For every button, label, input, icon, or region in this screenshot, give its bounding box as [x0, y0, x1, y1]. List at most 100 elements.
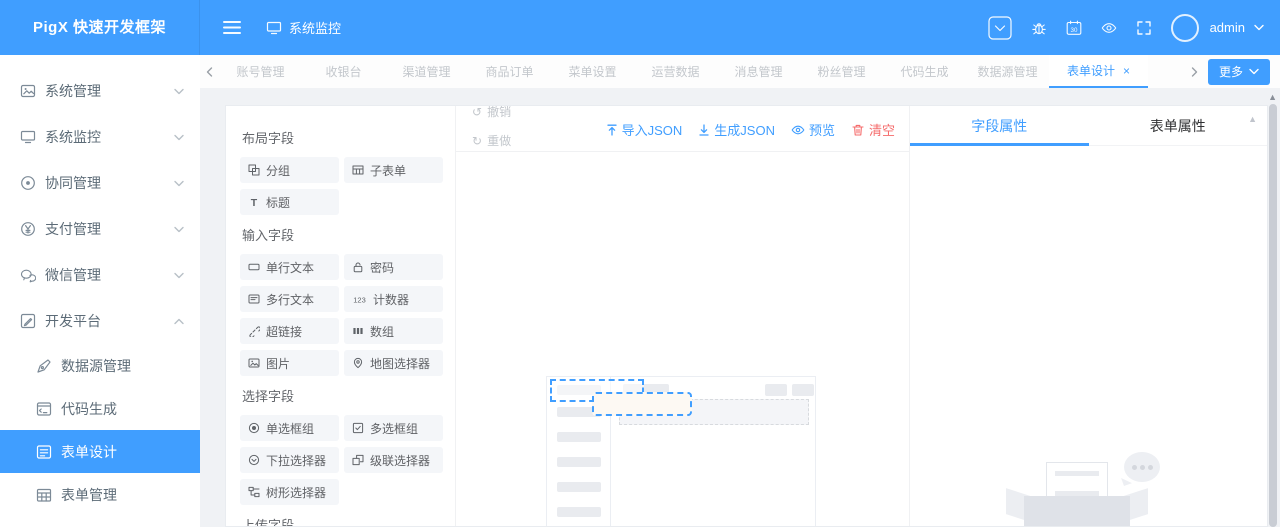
form-designer: 布局字段 分组 子表单 T 标题 输入字段 单行文本 密码 多行文本 123 计数器 超链接 数组 图片 地…: [225, 105, 1268, 527]
sidebar-subitem-label: 表单管理: [61, 486, 117, 503]
tab-label: 代码生成: [900, 65, 949, 79]
tab-1[interactable]: 账号管理: [219, 55, 302, 88]
redo-icon: ↻: [472, 133, 483, 148]
monitor-icon: [266, 20, 282, 36]
more-tabs-button[interactable]: 更多: [1207, 58, 1270, 85]
palette-item[interactable]: 级联选择器: [344, 447, 443, 473]
sidebar-subitem[interactable]: 数据源管理: [0, 344, 200, 387]
sidebar-item-label: 开发平台: [45, 313, 101, 329]
palette-item[interactable]: 123 计数器: [344, 286, 443, 312]
sidebar-item[interactable]: 支付管理: [0, 206, 200, 252]
bug-icon[interactable]: [1031, 20, 1047, 36]
json-action-button[interactable]: 生成JSON: [698, 120, 775, 139]
calendar-30-icon[interactable]: 30: [1066, 20, 1082, 36]
tab-7[interactable]: 消息管理: [717, 55, 800, 88]
sidebar-subitem[interactable]: 代码生成: [0, 387, 200, 430]
page-scroll-up-icon[interactable]: ▲: [1268, 92, 1277, 102]
panel-scroll-up-icon[interactable]: ▲: [1248, 114, 1257, 124]
palette-item-label: 数组: [370, 324, 395, 339]
palette-item-label: 超链接: [266, 324, 303, 339]
tabs-scroll-left-icon[interactable]: [206, 66, 213, 77]
username[interactable]: admin: [1210, 20, 1245, 35]
tab-8[interactable]: 粉丝管理: [800, 55, 883, 88]
properties-tab[interactable]: 表单属性: [1089, 106, 1268, 145]
fullscreen-icon[interactable]: [1136, 20, 1152, 36]
sidebar-item[interactable]: 系统管理: [0, 68, 200, 114]
counter-icon: 123: [352, 293, 367, 305]
hint-drag-ghost: [592, 392, 692, 416]
undo-icon: ↺: [472, 106, 483, 119]
sidebar-subitem[interactable]: 表单管理: [0, 473, 200, 516]
sidebar-item[interactable]: 系统监控: [0, 114, 200, 160]
form-icon: [36, 444, 52, 460]
tab-label: 表单设计: [1067, 64, 1116, 78]
palette-item[interactable]: 地图选择器: [344, 350, 443, 376]
json-action-button[interactable]: 导入JSON: [606, 120, 682, 139]
design-canvas[interactable]: ↺ 撤销 ↻ 重做 导入JSON 生成JSON 预览 清空: [456, 106, 909, 526]
palette-item-label: 分组: [266, 163, 291, 178]
close-tab-icon[interactable]: ×: [1123, 64, 1130, 78]
properties-tab[interactable]: 字段属性: [910, 106, 1089, 146]
tab-label: 渠道管理: [402, 65, 451, 79]
palette-item[interactable]: 树形选择器: [240, 479, 339, 505]
tab-4[interactable]: 商品订单: [468, 55, 551, 88]
eye-icon[interactable]: [1101, 20, 1117, 36]
collapse-box-icon[interactable]: [987, 15, 1012, 40]
palette-section: 分组 子表单 T 标题: [240, 157, 443, 215]
redo-button[interactable]: ↻ 重做: [472, 132, 511, 149]
palette-item[interactable]: 分组: [240, 157, 339, 183]
palette-section: 单选框组 多选框组 下拉选择器 级联选择器 树形选择器: [240, 415, 443, 505]
tab-6[interactable]: 运营数据: [634, 55, 717, 88]
palette-item[interactable]: 数组: [344, 318, 443, 344]
sidebar-item-label: 系统管理: [45, 83, 101, 99]
yen-icon: [20, 221, 36, 237]
chevron-down-icon[interactable]: [1254, 24, 1264, 31]
palette-item-label: 单选框组: [266, 421, 315, 436]
tab-label: 粉丝管理: [817, 65, 866, 79]
chevron-down-icon: [1249, 68, 1259, 75]
array-icon: [352, 325, 364, 337]
tab-9[interactable]: 代码生成: [883, 55, 966, 88]
page-scrollbar[interactable]: [1269, 104, 1277, 527]
palette-item[interactable]: 图片: [240, 350, 339, 376]
undo-button[interactable]: ↺ 撤销: [472, 106, 511, 120]
chevron-down-icon: [174, 272, 184, 279]
palette-item[interactable]: 子表单: [344, 157, 443, 183]
palette-item[interactable]: 密码: [344, 254, 443, 280]
palette-item[interactable]: 超链接: [240, 318, 339, 344]
tab-5[interactable]: 菜单设置: [551, 55, 634, 88]
sidebar-subitem-label: 表单设计: [61, 443, 117, 460]
canvas-toolbar: ↺ 撤销 ↻ 重做 导入JSON 生成JSON 预览 清空: [456, 106, 909, 152]
palette-section-title: 输入字段: [242, 228, 295, 243]
action-label: 生成JSON: [714, 123, 775, 138]
palette-item[interactable]: T 标题: [240, 189, 339, 215]
sidebar-item[interactable]: 微信管理: [0, 252, 200, 298]
chevron-down-icon: [174, 180, 184, 187]
image-icon: [248, 357, 260, 369]
upload-icon: [606, 123, 618, 137]
clear-button[interactable]: 清空: [851, 120, 895, 139]
tabs-scroll-right-icon[interactable]: [1191, 66, 1198, 77]
sidebar-item-label: 协同管理: [45, 175, 101, 191]
sidebar-item[interactable]: 协同管理: [0, 160, 200, 206]
redo-label: 重做: [487, 134, 512, 148]
palette-item[interactable]: 多选框组: [344, 415, 443, 441]
tab-10[interactable]: 数据源管理: [966, 55, 1049, 88]
subtable-icon: [352, 164, 364, 176]
group-icon: [248, 164, 260, 176]
palette-item[interactable]: 单选框组: [240, 415, 339, 441]
avatar[interactable]: [1170, 13, 1199, 42]
input-icon: [248, 261, 260, 273]
tab-2[interactable]: 收银台: [302, 55, 385, 88]
palette-item[interactable]: 单行文本: [240, 254, 339, 280]
hamburger-menu-icon[interactable]: [222, 18, 242, 37]
palette-item[interactable]: 多行文本: [240, 286, 339, 312]
palette-item[interactable]: 下拉选择器: [240, 447, 339, 473]
tab-11[interactable]: 表单设计 ×: [1049, 55, 1149, 88]
preview-button[interactable]: 预览: [791, 120, 835, 139]
palette-item-label: 多行文本: [266, 292, 315, 307]
svg-text:123: 123: [353, 295, 366, 304]
tab-3[interactable]: 渠道管理: [385, 55, 468, 88]
sidebar-item[interactable]: 开发平台: [0, 298, 200, 344]
sidebar-subitem[interactable]: 表单设计: [0, 430, 200, 473]
